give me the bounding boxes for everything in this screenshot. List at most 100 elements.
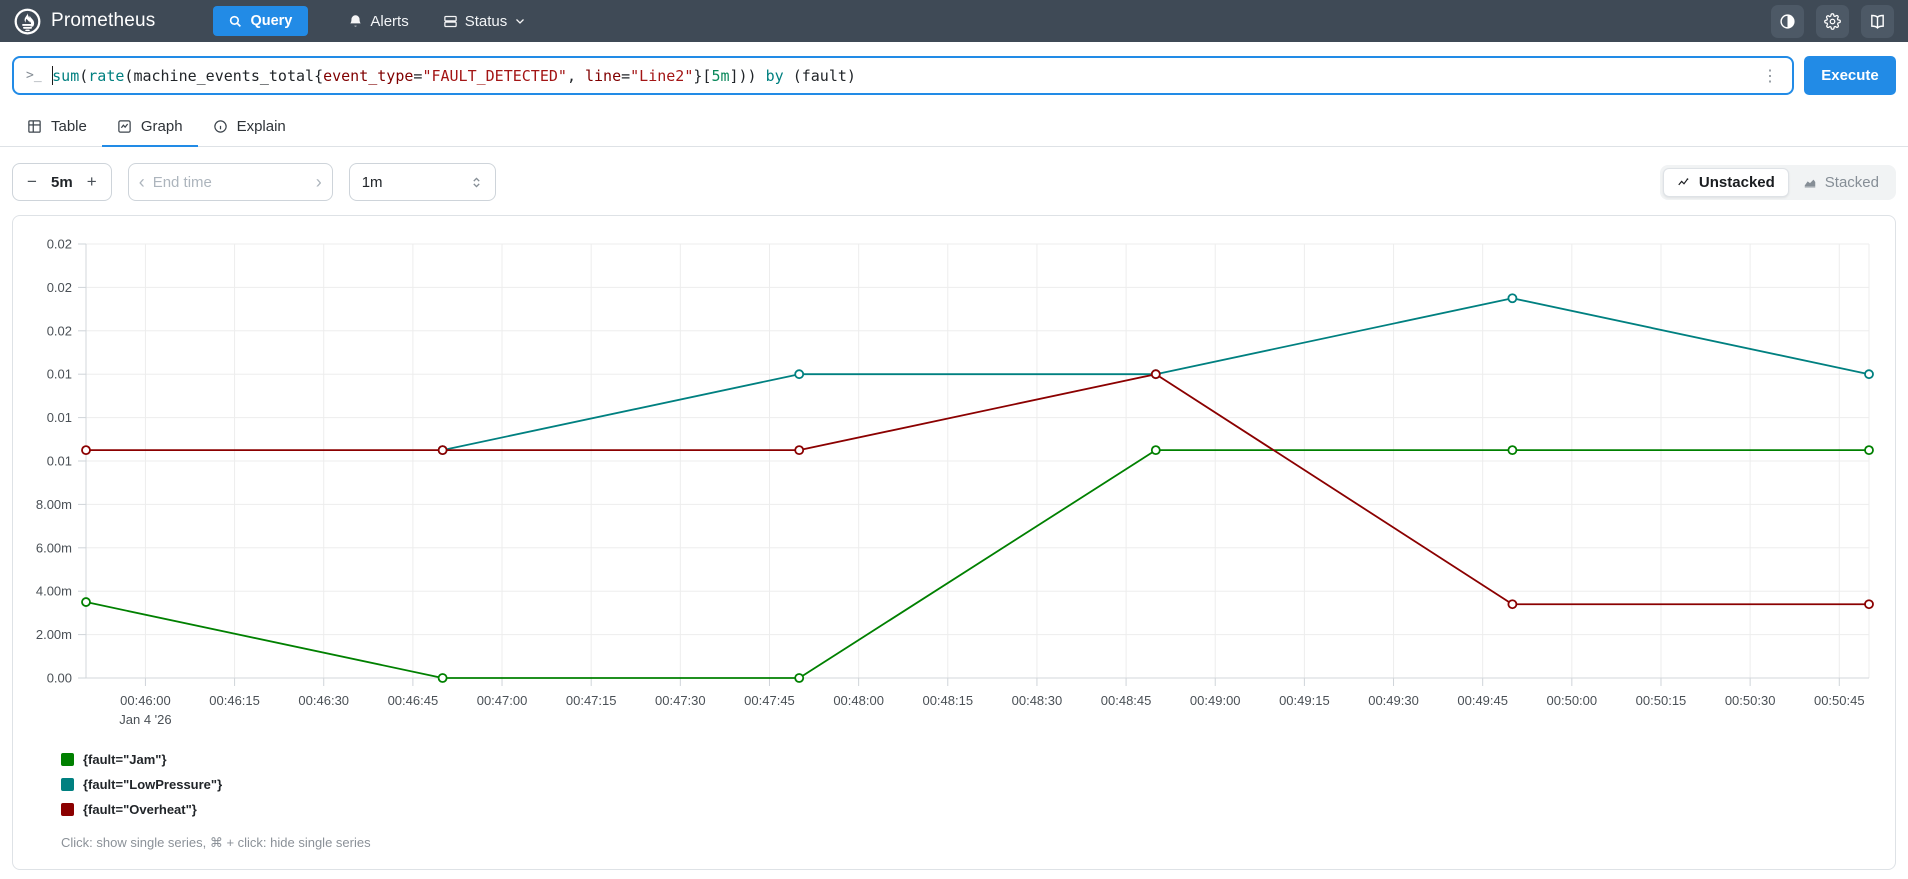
series-line: [85, 449, 1869, 679]
svg-text:00:48:15: 00:48:15: [922, 693, 973, 708]
brand: Prometheus: [14, 8, 155, 35]
nav-status-label: Status: [464, 12, 508, 30]
svg-text:00:50:00: 00:50:00: [1547, 693, 1598, 708]
promql-token: }[: [693, 66, 712, 85]
area-chart-icon: [1803, 175, 1817, 189]
svg-text:2.00m: 2.00m: [36, 627, 72, 642]
svg-text:0.02: 0.02: [47, 237, 72, 252]
tab-table[interactable]: Table: [12, 109, 102, 147]
promql-expression[interactable]: sum(rate(machine_events_total{event_type…: [51, 66, 1758, 85]
tab-graph-label: Graph: [140, 118, 183, 135]
promql-token: by: [765, 66, 784, 85]
legend-swatch: [61, 753, 74, 766]
gear-icon: [1824, 12, 1841, 30]
svg-text:00:48:30: 00:48:30: [1012, 693, 1063, 708]
result-tabs: Table Graph Explain: [0, 109, 1908, 147]
resolution-value: 1m: [361, 173, 383, 191]
data-point-marker: [794, 369, 805, 380]
settings-button[interactable]: [1816, 4, 1849, 38]
promql-token: event_type: [323, 66, 414, 85]
promql-token: rate: [88, 66, 125, 85]
legend-item[interactable]: {fault="LowPressure"}: [61, 777, 1877, 792]
graph-canvas[interactable]: 0.00 2.00m 4.00m 6.00m 8.00m 0.01 0.01 0.01 0.02…: [31, 232, 1877, 734]
data-point-marker: [1150, 369, 1161, 380]
data-point-marker: [437, 673, 448, 683]
svg-text:00:47:00: 00:47:00: [477, 693, 528, 708]
unstacked-label: Unstacked: [1698, 173, 1775, 191]
promql-input[interactable]: >_ sum(rate(machine_events_total{event_t…: [12, 56, 1794, 95]
query-options-kebab-icon[interactable]: ⋮: [1758, 66, 1782, 86]
svg-text:8.00m: 8.00m: [36, 497, 72, 512]
data-point-marker: [81, 445, 91, 456]
svg-text:00:47:30: 00:47:30: [655, 693, 706, 708]
svg-text:00:46:15: 00:46:15: [209, 693, 260, 708]
svg-text:0.00: 0.00: [47, 671, 72, 686]
stacked-option[interactable]: Stacked: [1789, 168, 1893, 197]
end-time-input[interactable]: [144, 173, 316, 191]
svg-text:00:47:15: 00:47:15: [566, 693, 617, 708]
docs-button[interactable]: [1861, 4, 1894, 38]
svg-text:0.01: 0.01: [47, 454, 72, 469]
terminal-prompt-icon: >_: [26, 68, 42, 83]
range-stepper: − 5m +: [12, 163, 112, 201]
promql-token: {: [314, 66, 324, 85]
theme-toggle-button[interactable]: [1771, 4, 1804, 38]
data-point-marker: [1864, 369, 1874, 380]
range-increase-button[interactable]: +: [79, 172, 105, 192]
data-point-marker: [81, 597, 91, 607]
nav-query-button[interactable]: Query: [213, 6, 309, 36]
promql-token: machine_events_total: [133, 66, 315, 85]
data-point-marker: [794, 673, 805, 683]
search-icon: [229, 15, 242, 28]
promql-token: 5m: [711, 66, 730, 85]
svg-text:00:50:45: 00:50:45: [1814, 693, 1865, 708]
svg-text:0.02: 0.02: [47, 280, 72, 295]
legend-label: {fault="LowPressure"}: [83, 777, 223, 792]
bell-icon: [348, 14, 363, 29]
nav-alerts-label: Alerts: [370, 12, 409, 30]
time-forward-icon[interactable]: ›: [316, 173, 322, 191]
legend-item[interactable]: {fault="Overheat"}: [61, 802, 1877, 817]
tab-explain[interactable]: Explain: [198, 109, 301, 147]
promql-token: sum: [52, 66, 80, 85]
graph-controls: − 5m + ‹ › 1m Unstacked: [12, 163, 1896, 201]
range-decrease-button[interactable]: −: [19, 172, 45, 192]
graph-panel: 0.00 2.00m 4.00m 6.00m 8.00m 0.01 0.01 0.01 0.02…: [12, 215, 1896, 870]
svg-text:00:50:30: 00:50:30: [1725, 693, 1776, 708]
svg-text:Jan 4 '26: Jan 4 '26: [119, 712, 171, 727]
svg-text:0.02: 0.02: [47, 323, 72, 338]
nav-alerts[interactable]: Alerts: [336, 6, 420, 37]
data-point-marker: [1507, 599, 1518, 610]
contrast-icon: [1779, 13, 1796, 30]
top-navbar: Prometheus Query Alerts Status: [0, 0, 1908, 42]
legend-item[interactable]: {fault="Jam"}: [61, 752, 1877, 767]
promql-token: =: [621, 66, 631, 85]
svg-text:00:47:45: 00:47:45: [744, 693, 795, 708]
line-chart-icon: [1677, 175, 1691, 189]
tab-graph[interactable]: Graph: [101, 109, 198, 147]
svg-text:4.00m: 4.00m: [36, 584, 72, 599]
promql-token: (: [124, 66, 134, 85]
unstacked-option[interactable]: Unstacked: [1662, 167, 1789, 197]
data-point-marker: [437, 445, 448, 456]
range-value[interactable]: 5m: [45, 174, 79, 191]
nav-status[interactable]: Status: [431, 6, 539, 37]
promql-token: ])): [729, 66, 766, 85]
chevron-down-icon: [514, 15, 526, 27]
svg-text:00:49:30: 00:49:30: [1368, 693, 1419, 708]
info-icon: [213, 119, 228, 134]
svg-text:00:49:15: 00:49:15: [1279, 693, 1330, 708]
resolution-select[interactable]: 1m: [348, 163, 496, 201]
end-time-picker: ‹ ›: [127, 163, 333, 201]
series-legend: {fault="Jam"} {fault="LowPressure"} {fault…: [61, 752, 1877, 817]
execute-button[interactable]: Execute: [1804, 56, 1896, 95]
svg-text:6.00m: 6.00m: [36, 540, 72, 555]
data-point-marker: [1864, 599, 1874, 610]
svg-text:0.01: 0.01: [47, 410, 72, 425]
data-point-marker: [1864, 445, 1874, 456]
book-icon: [1869, 13, 1886, 30]
uplot-chart[interactable]: 0.00 2.00m 4.00m 6.00m 8.00m 0.01 0.01 0.01 0.02…: [31, 232, 1883, 734]
svg-text:0.01: 0.01: [47, 367, 72, 382]
promql-token: (: [79, 66, 89, 85]
promql-token: ,: [566, 66, 585, 85]
